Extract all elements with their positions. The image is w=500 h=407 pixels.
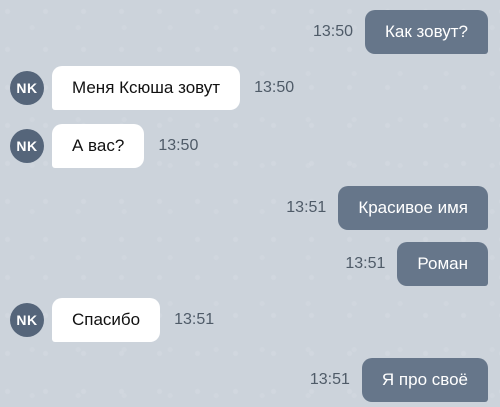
outgoing-message[interactable]: Я про своё — [361, 358, 488, 402]
message-time: 13:51 — [345, 255, 386, 272]
message-row: NK Меня Ксюша зовут 13:50 — [0, 66, 500, 110]
message-time: 13:50 — [254, 79, 295, 96]
message-time: 13:51 — [309, 371, 350, 388]
chat-area[interactable]: 13:50 Как зовут? NK Меня Ксюша зовут 13:… — [0, 0, 500, 407]
message-row: NK Спасибо 13:51 — [0, 298, 500, 342]
outgoing-message[interactable]: Роман — [397, 242, 488, 286]
contact-avatar[interactable]: NK — [10, 129, 44, 163]
outgoing-message[interactable]: Как зовут? — [365, 10, 488, 54]
message-time: 13:50 — [158, 137, 199, 154]
message-time: 13:51 — [174, 311, 215, 328]
incoming-message[interactable]: Спасибо — [52, 298, 161, 342]
message-row: 13:51 Я про своё — [0, 358, 500, 402]
incoming-message[interactable]: А вас? — [52, 124, 145, 168]
message-row: 13:50 Как зовут? — [0, 10, 500, 54]
message-time: 13:51 — [286, 199, 327, 216]
message-row: 13:51 Красивое имя — [0, 186, 500, 230]
contact-avatar[interactable]: NK — [10, 303, 44, 337]
message-row: NK А вас? 13:50 — [0, 124, 500, 168]
message-row: 13:51 Роман — [0, 242, 500, 286]
incoming-message[interactable]: Меня Ксюша зовут — [52, 66, 241, 110]
contact-avatar[interactable]: NK — [10, 71, 44, 105]
outgoing-message[interactable]: Красивое имя — [338, 186, 488, 230]
message-time: 13:50 — [312, 23, 354, 40]
